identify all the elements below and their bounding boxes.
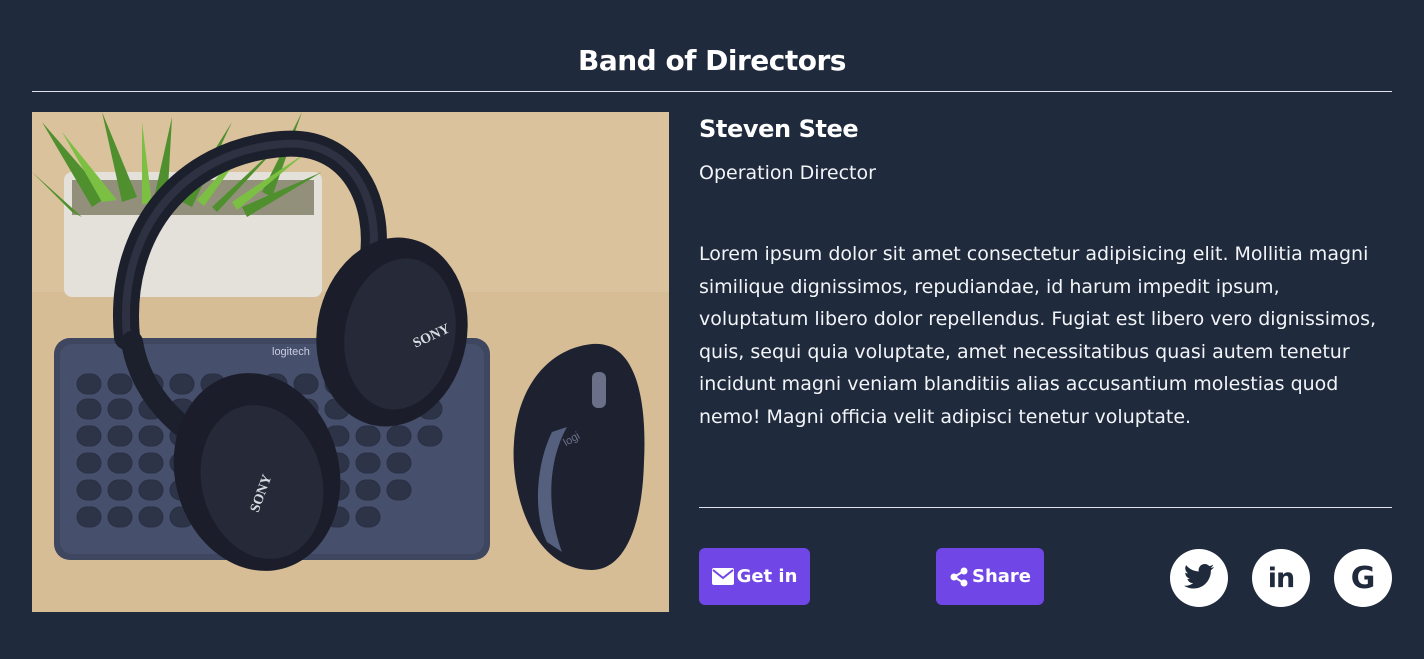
keyboard-key [355,479,381,501]
section-title: Band of Directors [578,44,846,77]
keyboard-brand-text: logitech [272,346,310,358]
title-divider [32,91,1392,92]
keyboard-key [107,479,133,501]
keyboard-key [355,506,381,528]
share-label: Share [971,566,1031,587]
director-photo: logitech logi SONY SONY [32,112,669,612]
director-role: Operation Director [699,162,876,184]
keyboard-key [76,398,102,420]
keyboard-key [76,373,102,395]
bio-divider [699,507,1392,508]
keyboard-key [386,425,412,447]
twitter-button[interactable] [1170,549,1228,607]
keyboard-key [107,398,133,420]
twitter-icon [1184,563,1214,593]
keyboard-key [76,425,102,447]
keyboard-key [107,373,133,395]
keyboard-key [138,479,164,501]
linkedin-button[interactable]: in [1252,549,1310,607]
keyboard-key [138,425,164,447]
google-icon: G [1350,560,1376,596]
get-in-label: Get in [736,566,798,587]
keyboard-key [76,506,102,528]
keyboard-key [386,479,412,501]
keyboard-key [355,452,381,474]
share-icon [949,567,969,587]
director-bio: Lorem ipsum dolor sit amet consectetur a… [699,243,1377,428]
keyboard-key [417,425,443,447]
keyboard-key [355,425,381,447]
linkedin-icon: in [1267,562,1296,594]
google-button[interactable]: G [1334,549,1392,607]
share-button[interactable]: Share [936,548,1044,605]
envelope-icon [711,568,734,585]
keyboard-key [138,452,164,474]
keyboard-key [76,452,102,474]
keyboard-key [169,373,195,395]
keyboard-key [107,452,133,474]
keyboard-key [76,479,102,501]
keyboard-key [107,425,133,447]
keyboard-key [386,452,412,474]
keyboard-key [107,506,133,528]
director-name: Steven Stee [699,115,859,143]
keyboard-key [138,506,164,528]
get-in-button[interactable]: Get in [699,548,810,605]
